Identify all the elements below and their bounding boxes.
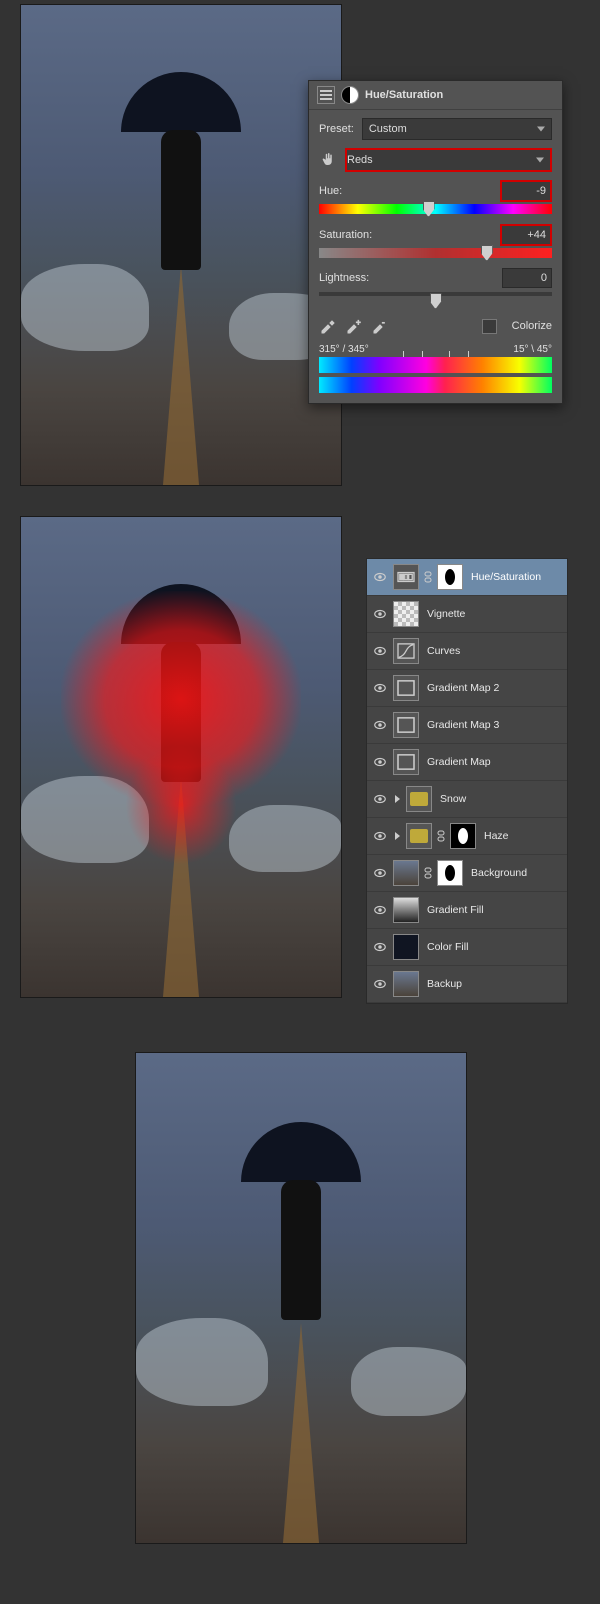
adjustment-thumbnail[interactable] <box>393 749 419 775</box>
saturation-slider[interactable] <box>319 248 552 258</box>
layer-row[interactable]: Color Fill <box>367 929 567 966</box>
color-range-bar-2 <box>319 377 552 393</box>
adjustment-thumbnail[interactable] <box>393 638 419 664</box>
range-right-label: 15° \ 45° <box>513 344 552 355</box>
colorize-label: Colorize <box>512 320 552 332</box>
layer-name[interactable]: Gradient Fill <box>423 904 563 916</box>
svg-text:-: - <box>382 318 385 327</box>
saturation-input[interactable]: +44 <box>500 224 552 246</box>
layer-mask-thumbnail[interactable] <box>437 564 463 590</box>
layer-thumbnail[interactable] <box>393 971 419 997</box>
layer-name[interactable]: Color Fill <box>423 941 563 953</box>
layer-thumbnail[interactable] <box>393 601 419 627</box>
adjustment-thumbnail[interactable] <box>393 564 419 590</box>
preview-image-mask <box>20 516 342 998</box>
visibility-toggle-icon[interactable] <box>371 568 389 586</box>
svg-text:+: + <box>356 318 361 327</box>
visibility-toggle-icon[interactable] <box>371 642 389 660</box>
layer-name[interactable]: Gradient Map 3 <box>423 719 563 731</box>
visibility-toggle-icon[interactable] <box>371 975 389 993</box>
visibility-toggle-icon[interactable] <box>371 790 389 808</box>
hue-slider[interactable] <box>319 204 552 214</box>
layer-name[interactable]: Curves <box>423 645 563 657</box>
panel-menu-icon[interactable] <box>317 86 335 104</box>
adjustment-thumbnail[interactable] <box>393 712 419 738</box>
layer-row[interactable]: Gradient Fill <box>367 892 567 929</box>
lightness-input[interactable]: 0 <box>502 268 552 288</box>
layer-row[interactable]: Vignette <box>367 596 567 633</box>
layer-name[interactable]: Gradient Map 2 <box>423 682 563 694</box>
adjustment-thumbnail[interactable] <box>393 675 419 701</box>
layer-name[interactable]: Vignette <box>423 608 563 620</box>
lightness-slider[interactable] <box>319 292 552 302</box>
scrubby-hand-icon[interactable] <box>319 150 337 171</box>
link-icon[interactable] <box>423 568 433 586</box>
layer-name[interactable]: Snow <box>436 793 563 805</box>
link-icon[interactable] <box>423 864 433 882</box>
layer-row[interactable]: Haze <box>367 818 567 855</box>
layer-thumbnail[interactable] <box>393 860 419 886</box>
folder-icon <box>406 786 432 812</box>
layer-row[interactable]: Gradient Map <box>367 744 567 781</box>
hue-label: Hue: <box>319 185 342 197</box>
visibility-toggle-icon[interactable] <box>371 938 389 956</box>
visibility-toggle-icon[interactable] <box>371 716 389 734</box>
layer-mask-thumbnail[interactable] <box>437 860 463 886</box>
preview-image-top <box>20 4 342 486</box>
hue-saturation-panel: Hue/Saturation Preset: Custom Reds <box>308 80 563 404</box>
preset-select[interactable]: Custom <box>362 118 552 140</box>
disclosure-triangle-icon[interactable] <box>395 832 400 840</box>
lightness-label: Lightness: <box>319 272 369 284</box>
channel-select[interactable]: Reds <box>345 148 552 172</box>
layer-name[interactable]: Background <box>467 867 563 879</box>
layer-row[interactable]: Gradient Map 3 <box>367 707 567 744</box>
saturation-label: Saturation: <box>319 229 372 241</box>
eyedropper-icon[interactable] <box>319 318 335 334</box>
link-icon[interactable] <box>436 827 446 845</box>
layer-thumbnail[interactable] <box>393 897 419 923</box>
layer-name[interactable]: Haze <box>480 830 563 842</box>
layer-row[interactable]: Background <box>367 855 567 892</box>
layer-row[interactable]: Backup <box>367 966 567 1003</box>
range-left-label: 315° / 345° <box>319 344 369 355</box>
layer-name[interactable]: Gradient Map <box>423 756 563 768</box>
layer-thumbnail[interactable] <box>393 934 419 960</box>
visibility-toggle-icon[interactable] <box>371 864 389 882</box>
layer-row[interactable]: Gradient Map 2 <box>367 670 567 707</box>
preset-label: Preset: <box>319 123 354 135</box>
layer-name[interactable]: Backup <box>423 978 563 990</box>
layers-panel: Hue/Saturation Vignette Curves Gradient Map… <box>366 558 568 1004</box>
visibility-toggle-icon[interactable] <box>371 827 389 845</box>
visibility-toggle-icon[interactable] <box>371 605 389 623</box>
eyedropper-add-icon[interactable]: + <box>345 318 361 334</box>
visibility-toggle-icon[interactable] <box>371 901 389 919</box>
layer-row[interactable]: Curves <box>367 633 567 670</box>
visibility-toggle-icon[interactable] <box>371 679 389 697</box>
preview-image-result <box>135 1052 467 1544</box>
hue-input[interactable]: -9 <box>500 180 552 202</box>
disclosure-triangle-icon[interactable] <box>395 795 400 803</box>
color-range-bar[interactable] <box>319 357 552 373</box>
colorize-checkbox[interactable] <box>482 319 497 334</box>
layer-mask-thumbnail[interactable] <box>450 823 476 849</box>
eyedropper-subtract-icon[interactable]: - <box>371 318 387 334</box>
adjustment-icon <box>341 86 359 104</box>
layer-row[interactable]: Snow <box>367 781 567 818</box>
visibility-toggle-icon[interactable] <box>371 753 389 771</box>
folder-icon <box>406 823 432 849</box>
panel-title: Hue/Saturation <box>365 89 443 101</box>
layer-row[interactable]: Hue/Saturation <box>367 559 567 596</box>
layer-name[interactable]: Hue/Saturation <box>467 571 563 583</box>
